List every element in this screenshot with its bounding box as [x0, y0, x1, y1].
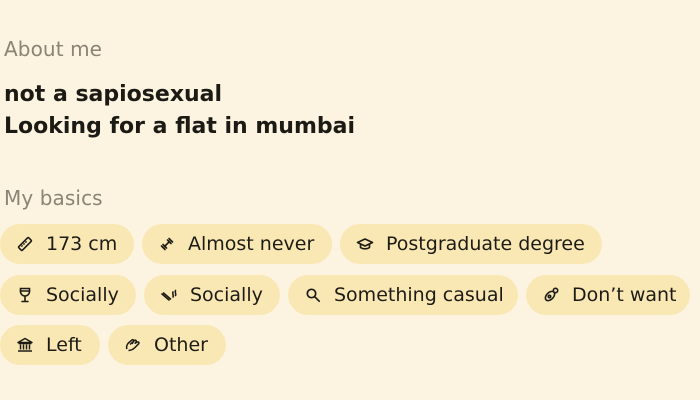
wine-glass-icon: [16, 286, 34, 304]
graduation-cap-icon: [356, 235, 374, 253]
religion-chip[interactable]: Other: [108, 325, 226, 365]
about-me-heading: About me: [4, 37, 103, 61]
praying-hands-icon: [124, 336, 142, 354]
dumbbell-icon: [158, 235, 176, 253]
government-building-icon: [16, 336, 34, 354]
chip-label: Postgraduate degree: [386, 233, 585, 255]
basics-row: 173 cm Almost never Postgraduate degree: [0, 224, 602, 264]
smoking-icon: [160, 286, 178, 304]
education-chip[interactable]: Postgraduate degree: [340, 224, 602, 264]
kids-chip[interactable]: Don’t want: [526, 275, 690, 315]
chip-label: Socially: [46, 284, 119, 306]
magnifier-icon: [304, 286, 322, 304]
bio-line: not a sapiosexual: [4, 82, 223, 107]
pacifier-icon: [542, 286, 560, 304]
looking-for-chip[interactable]: Something casual: [288, 275, 518, 315]
chip-label: Socially: [190, 284, 263, 306]
height-chip[interactable]: 173 cm: [0, 224, 134, 264]
chip-label: Something casual: [334, 284, 504, 306]
basics-row: Left Other: [0, 325, 226, 365]
my-basics-heading: My basics: [4, 186, 103, 210]
smoking-chip[interactable]: Socially: [144, 275, 280, 315]
ruler-icon: [16, 235, 34, 253]
bio-text: not a sapiosexual Looking for a flat in …: [4, 79, 355, 143]
chip-label: Left: [46, 334, 82, 356]
politics-chip[interactable]: Left: [0, 325, 100, 365]
chip-label: Almost never: [188, 233, 315, 255]
bio-line: Looking for a flat in mumbai: [4, 114, 356, 139]
chip-label: 173 cm: [46, 233, 118, 255]
basics-row: Socially Socially Something casual Don’t…: [0, 275, 690, 315]
chip-label: Other: [154, 334, 208, 356]
drinking-chip[interactable]: Socially: [0, 275, 136, 315]
chip-label: Don’t want: [572, 284, 677, 306]
exercise-chip[interactable]: Almost never: [142, 224, 332, 264]
